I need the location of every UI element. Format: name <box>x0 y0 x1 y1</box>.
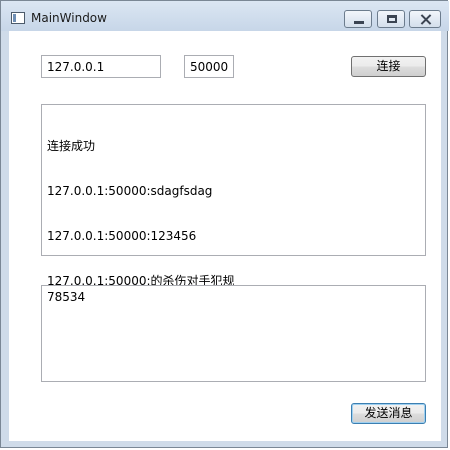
log-line: 127.0.0.1:50000:sdagfsdag <box>47 184 213 198</box>
message-input[interactable]: 78534 <box>41 285 426 382</box>
window-icon <box>11 12 25 24</box>
log-line: 连接成功 <box>47 139 96 153</box>
port-input[interactable]: 50000 <box>184 55 234 78</box>
maximize-button[interactable] <box>377 10 405 28</box>
message-log[interactable]: 连接成功 127.0.0.1:50000:sdagfsdag 127.0.0.1… <box>41 104 426 288</box>
connect-button[interactable]: 连接 <box>351 56 426 77</box>
main-window: MainWindow 127.0.0.1 50000 连接 连接成功 127.0… <box>0 0 449 448</box>
maximize-icon <box>387 15 397 23</box>
client-area: 127.0.0.1 50000 连接 连接成功 127.0.0.1:50000:… <box>9 31 441 441</box>
ip-input[interactable]: 127.0.0.1 <box>41 55 161 78</box>
title-bar[interactable]: MainWindow <box>1 1 449 31</box>
close-button[interactable] <box>409 10 441 28</box>
window-title: MainWindow <box>31 11 107 25</box>
send-message-button[interactable]: 发送消息 <box>351 403 426 424</box>
close-icon <box>420 14 432 24</box>
minimize-button[interactable] <box>344 10 372 28</box>
minimize-icon <box>354 21 364 24</box>
log-line: 127.0.0.1:50000:123456 <box>47 229 197 243</box>
